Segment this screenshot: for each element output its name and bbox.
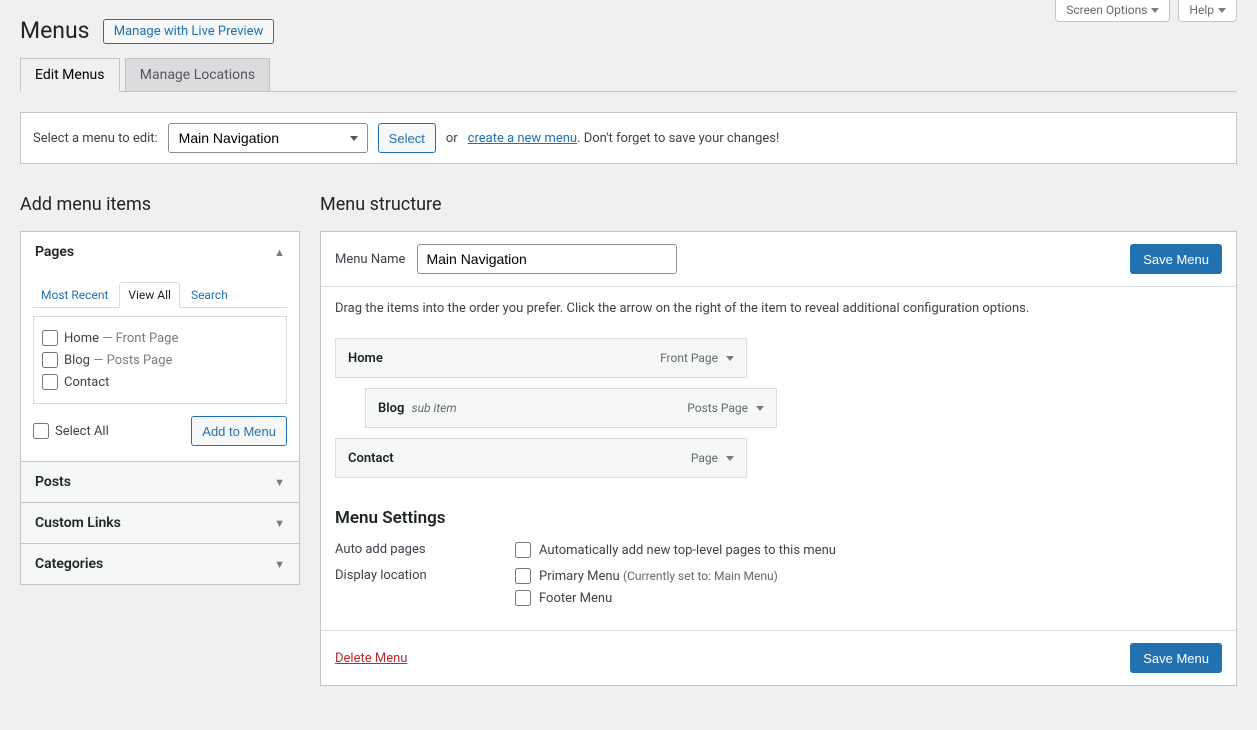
location-footer-option[interactable]: Footer Menu — [515, 590, 778, 606]
selector-after-text: . Don't forget to save your changes! — [577, 131, 779, 146]
accordion-pages-header[interactable]: Pages ▲ — [21, 232, 299, 272]
structure-heading: Menu structure — [320, 194, 1237, 215]
menu-item-type: Posts Page — [687, 401, 748, 415]
page-checkbox[interactable] — [42, 352, 58, 368]
select-all-checkbox[interactable] — [33, 423, 49, 439]
location-footer-label: Footer Menu — [539, 591, 612, 606]
add-to-menu-button[interactable]: Add to Menu — [191, 416, 287, 446]
screen-options-label: Screen Options — [1066, 3, 1147, 17]
help-label: Help — [1189, 3, 1214, 17]
help-button[interactable]: Help — [1178, 0, 1237, 22]
chevron-down-icon[interactable] — [756, 406, 764, 411]
page-checkbox[interactable] — [42, 330, 58, 346]
auto-add-label: Auto add pages — [335, 542, 515, 557]
menu-select-dropdown[interactable]: Main Navigation — [168, 123, 368, 153]
accordion-posts-label: Posts — [35, 474, 71, 490]
page-check-item[interactable]: Home — Front Page — [42, 327, 278, 349]
chevron-down-icon — [1151, 8, 1159, 13]
chevron-down-icon[interactable] — [726, 456, 734, 461]
screen-options-button[interactable]: Screen Options — [1055, 0, 1170, 22]
location-primary-hint: (Currently set to: Main Menu) — [623, 569, 778, 583]
tab-edit-menus[interactable]: Edit Menus — [20, 58, 120, 92]
accordion-custom-links-header[interactable]: Custom Links ▼ — [21, 503, 299, 543]
accordion-pages-body: Most Recent View All Search Home — Front… — [21, 272, 299, 461]
live-preview-button[interactable]: Manage with Live Preview — [103, 19, 275, 44]
menu-item-type: Page — [691, 451, 718, 465]
accordion-categories-label: Categories — [35, 556, 103, 572]
auto-add-option-label: Automatically add new top-level pages to… — [539, 543, 836, 558]
location-primary-checkbox[interactable] — [515, 568, 531, 584]
chevron-down-icon — [1218, 8, 1226, 13]
accordion-custom-links-label: Custom Links — [35, 515, 121, 531]
page-item-note: — Front Page — [102, 331, 178, 346]
page-item-label: Home — [64, 331, 99, 346]
chevron-down-icon: ▼ — [274, 476, 285, 489]
add-items-accordion: Pages ▲ Most Recent View All Search Home… — [20, 231, 300, 585]
page-title: Menus — [20, 8, 90, 48]
chevron-down-icon[interactable] — [726, 356, 734, 361]
menu-item-sub: sub item — [412, 401, 457, 415]
pages-checklist: Home — Front Page Blog — Posts Page Cont… — [33, 316, 287, 404]
menu-selector-bar: Select a menu to edit: Main Navigation S… — [20, 112, 1237, 164]
location-footer-checkbox[interactable] — [515, 590, 531, 606]
menu-name-input[interactable] — [417, 244, 677, 274]
add-items-heading: Add menu items — [20, 194, 300, 215]
menu-item-title: Contact — [348, 451, 394, 466]
tab-manage-locations[interactable]: Manage Locations — [125, 58, 270, 91]
page-checkbox[interactable] — [42, 374, 58, 390]
menu-item-bar[interactable]: Blog sub item Posts Page — [365, 388, 777, 428]
page-item-label: Contact — [64, 375, 109, 390]
menu-item-title: Blog — [378, 401, 404, 416]
select-all-label: Select All — [55, 424, 109, 439]
chevron-down-icon: ▼ — [274, 517, 285, 530]
pages-tab-recent[interactable]: Most Recent — [33, 283, 116, 307]
page-item-label: Blog — [64, 353, 90, 368]
accordion-posts-header[interactable]: Posts ▼ — [21, 462, 299, 502]
menu-settings-heading: Menu Settings — [335, 508, 1222, 528]
chevron-up-icon: ▲ — [274, 246, 285, 259]
menu-items-list: Home Front Page Blog sub item — [335, 338, 1222, 478]
select-menu-button[interactable]: Select — [378, 123, 436, 153]
page-check-item[interactable]: Contact — [42, 371, 278, 393]
pages-tab-search[interactable]: Search — [183, 283, 236, 307]
accordion-categories-header[interactable]: Categories ▼ — [21, 544, 299, 584]
or-text: or — [446, 131, 458, 146]
select-menu-label: Select a menu to edit: — [33, 131, 158, 146]
auto-add-checkbox[interactable] — [515, 542, 531, 558]
save-menu-top-button[interactable]: Save Menu — [1130, 244, 1222, 274]
location-primary-option[interactable]: Primary Menu (Currently set to: Main Men… — [515, 568, 778, 584]
auto-add-option[interactable]: Automatically add new top-level pages to… — [515, 542, 836, 558]
menu-item-bar[interactable]: Home Front Page — [335, 338, 747, 378]
pages-tab-view-all[interactable]: View All — [119, 282, 180, 308]
location-primary-label: Primary Menu — [539, 569, 620, 584]
menu-item-bar[interactable]: Contact Page — [335, 438, 747, 478]
create-new-menu-link[interactable]: create a new menu — [468, 131, 577, 146]
menu-item-title: Home — [348, 351, 383, 366]
delete-menu-link[interactable]: Delete Menu — [335, 651, 407, 666]
select-all-row[interactable]: Select All — [33, 420, 109, 442]
display-location-label: Display location — [335, 568, 515, 583]
chevron-down-icon: ▼ — [274, 558, 285, 571]
menu-structure-panel: Menu Name Save Menu Drag the items into … — [320, 231, 1237, 686]
accordion-pages-label: Pages — [35, 244, 74, 260]
menu-name-label: Menu Name — [335, 252, 405, 267]
page-check-item[interactable]: Blog — Posts Page — [42, 349, 278, 371]
menu-item-type: Front Page — [660, 351, 718, 365]
page-item-note: — Posts Page — [93, 353, 172, 368]
structure-instructions: Drag the items into the order you prefer… — [335, 301, 1222, 316]
save-menu-bottom-button[interactable]: Save Menu — [1130, 643, 1222, 673]
